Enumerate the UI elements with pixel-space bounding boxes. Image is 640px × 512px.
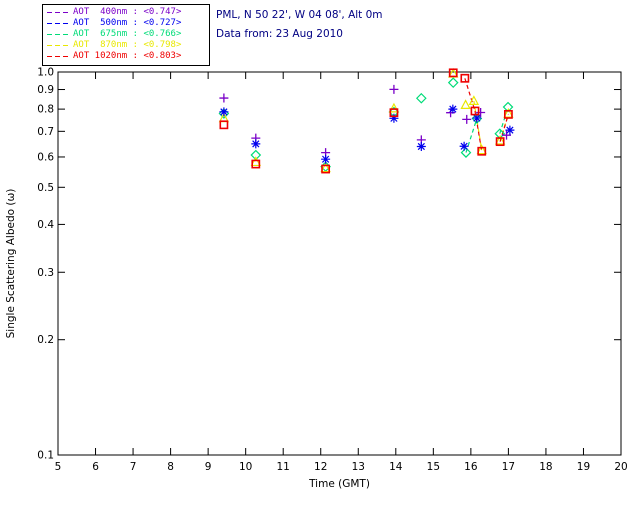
x-tick-label: 6 [92, 461, 99, 473]
x-axis: 5 6 7 8 9 10 11 12 13 14 15 16 17 18 19 20 Time (GMT) [55, 72, 628, 490]
asterisk-marker [505, 125, 515, 135]
x-tick-label: 14 [389, 461, 403, 473]
chart-header: PML, N 50 22', W 04 08', Alt 0m Data fro… [216, 6, 383, 44]
x-tick-label: 16 [464, 461, 478, 473]
legend-item-500nm: AOT 500nm : <0.727> [47, 18, 205, 29]
legend-item-1020nm: AOT 1020nm : <0.803> [47, 51, 205, 62]
x-tick-label: 15 [427, 461, 440, 473]
series-aot-500nm [219, 104, 515, 164]
plus-marker [462, 114, 472, 124]
y-tick-label: 0.1 [37, 450, 54, 462]
asterisk-marker [448, 104, 458, 114]
asterisk-marker [251, 139, 261, 149]
x-tick-label: 10 [239, 461, 252, 473]
diamond-marker [415, 92, 427, 104]
legend-dash-sample [47, 44, 69, 47]
asterisk-marker [321, 154, 331, 164]
y-tick-label: 0.2 [37, 334, 54, 346]
legend-box: AOT 400nm : <0.747> AOT 500nm : <0.727> AO… [42, 4, 210, 66]
y-tick-label: 0.9 [37, 84, 54, 96]
plus-marker [476, 107, 486, 117]
x-tick-label: 8 [167, 461, 174, 473]
y-tick-label: 0.5 [37, 182, 54, 194]
series-aot-870nm [218, 67, 514, 173]
series-line-segment [464, 78, 476, 112]
y-axis: 1.0 0.9 0.8 0.7 0.6 0.5 0.4 0.3 0.2 0.1 Single Sca… [5, 67, 621, 462]
x-tick-label: 13 [352, 461, 365, 473]
series-line-segment [465, 118, 478, 153]
legend-dash-sample [47, 55, 69, 58]
asterisk-marker [416, 141, 426, 151]
x-tick-label: 12 [314, 461, 327, 473]
legend-dash-sample [47, 11, 69, 14]
legend-item-400nm: AOT 400nm : <0.747> [47, 7, 205, 18]
ssa-scatter-chart: 5 6 7 8 9 10 11 12 13 14 15 16 17 18 19 20 Time (GMT) 1.0… [5, 67, 628, 491]
plot-window: AOT 400nm : <0.747> AOT 500nm : <0.727> AO… [0, 0, 640, 512]
legend-label: AOT 675nm : <0.766> [73, 29, 182, 39]
y-tick-label: 0.8 [37, 104, 54, 116]
station-location-text: PML, N 50 22', W 04 08', Alt 0m [216, 9, 383, 21]
legend-label: AOT 1020nm : <0.803> [73, 51, 182, 61]
y-axis-title: Single Scattering Albedo (ω) [5, 189, 17, 339]
y-tick-label: 0.7 [37, 126, 54, 138]
legend-item-870nm: AOT 870nm : <0.798> [47, 40, 205, 51]
y-tick-label: 1.0 [37, 67, 54, 79]
legend-dash-sample [47, 22, 69, 25]
asterisk-marker [459, 141, 469, 151]
x-axis-title: Time (GMT) [308, 478, 370, 490]
x-tick-label: 17 [502, 461, 515, 473]
y-tick-label: 0.4 [37, 219, 54, 231]
triangle-marker [460, 99, 471, 110]
x-tick-label: 7 [130, 461, 137, 473]
x-tick-label: 11 [277, 461, 290, 473]
legend-label: AOT 500nm : <0.727> [73, 18, 182, 28]
diamond-marker [447, 77, 459, 88]
plus-marker [389, 84, 399, 94]
axes-frame [57, 71, 622, 456]
x-tick-label: 18 [539, 461, 552, 473]
legend-dash-sample [47, 33, 69, 36]
y-tick-label: 0.6 [37, 151, 54, 163]
x-tick-label: 19 [577, 461, 590, 473]
legend-item-675nm: AOT 675nm : <0.766> [47, 29, 205, 40]
y-tick-label: 0.3 [37, 267, 54, 279]
legend-label: AOT 870nm : <0.798> [73, 40, 182, 50]
x-tick-label: 9 [205, 461, 212, 473]
x-tick-label: 5 [55, 461, 62, 473]
data-date-text: Data from: 23 Aug 2010 [216, 28, 343, 40]
x-tick-label: 20 [614, 461, 627, 473]
series-aot-1020nm [219, 68, 513, 174]
legend-label: AOT 400nm : <0.747> [73, 7, 182, 17]
plus-marker [219, 93, 229, 103]
asterisk-marker [219, 107, 229, 117]
